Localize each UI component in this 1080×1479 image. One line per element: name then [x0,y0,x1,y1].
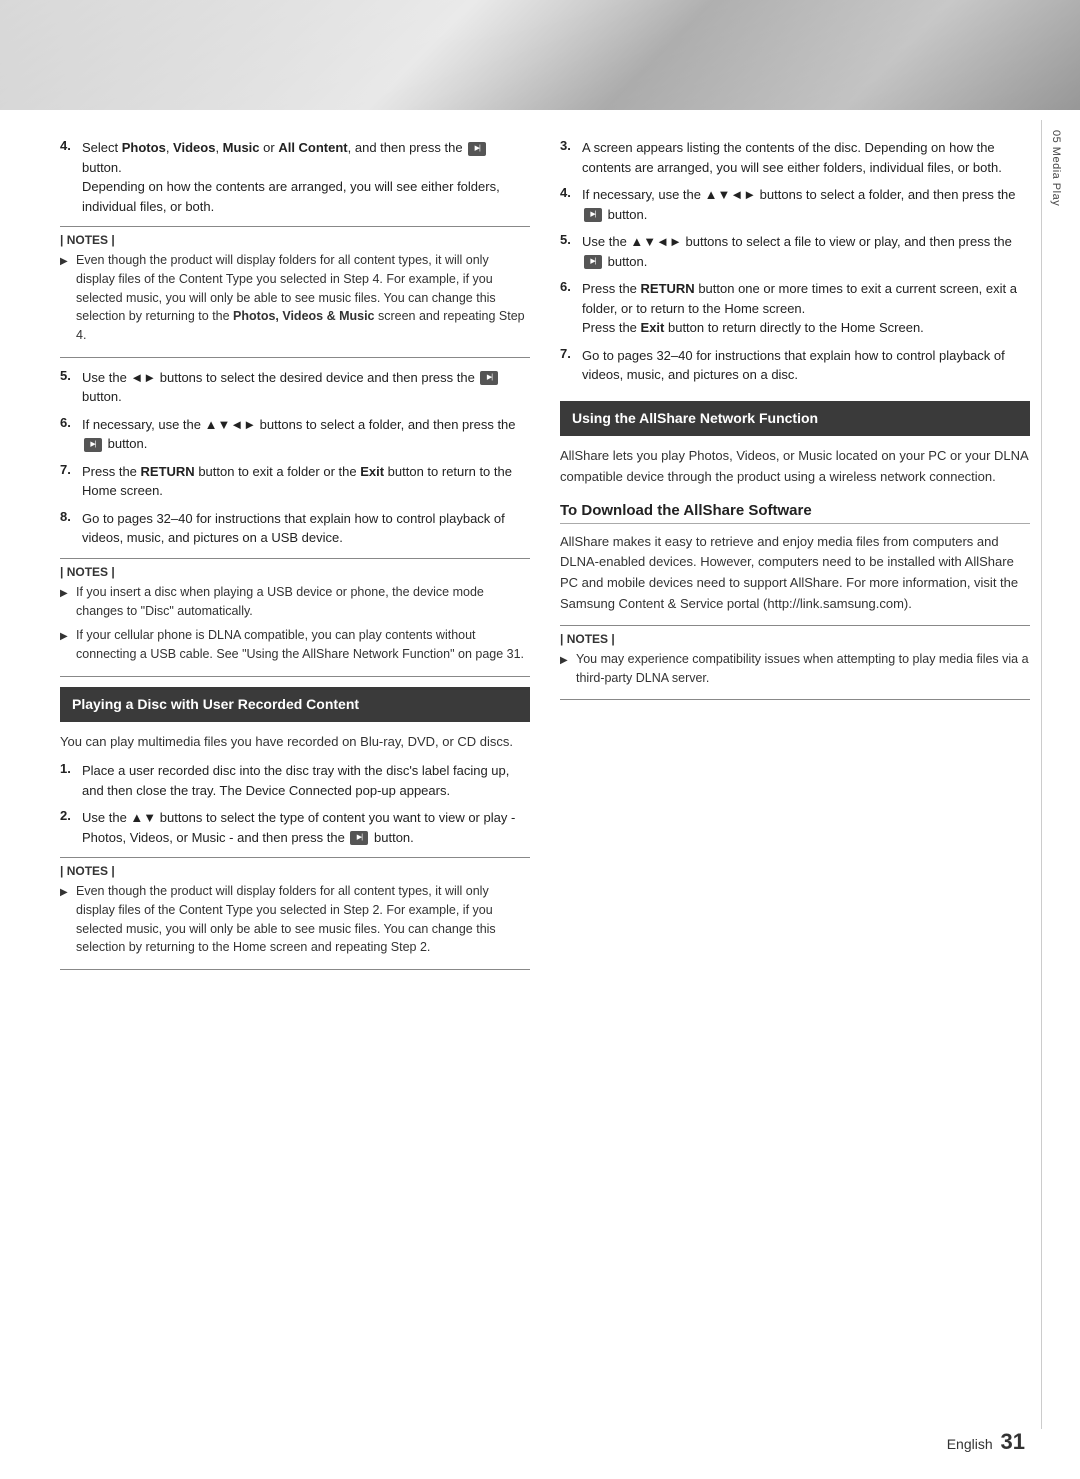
step-8-number: 8. [60,509,76,548]
playing-intro: You can play multimedia files you have r… [60,732,530,753]
footer-page-number: 31 [1001,1429,1025,1454]
header-bar [0,0,1080,110]
enter-button-icon [468,142,486,156]
play-step-2-number: 2. [60,808,76,847]
section-playing-header-text: Playing a Disc with User Recorded Conten… [72,696,359,712]
sidebar-label-text: 05 Media Play [1050,130,1062,206]
note-4-text-1: You may experience compatibility issues … [576,650,1030,688]
right-step-7-text: Go to pages 32–40 for instructions that … [582,346,1030,385]
right-step-7: 7. Go to pages 32–40 for instructions th… [560,346,1030,385]
sidebar-label: 05 Media Play [1050,130,1062,206]
step-5-text: Use the ◄► buttons to select the desired… [82,368,530,407]
note-2-text-2: If your cellular phone is DLNA compatibl… [76,626,530,664]
note-2-text-1: If you insert a disc when playing a USB … [76,583,530,621]
right-step-6: 6. Press the RETURN button one or more t… [560,279,1030,338]
step-7: 7. Press the RETURN button to exit a fol… [60,462,530,501]
enter-button-icon-r5 [584,255,602,269]
download-body: AllShare makes it easy to retrieve and e… [560,532,1030,615]
note-2-item-2: ▶ If your cellular phone is DLNA compati… [60,626,530,664]
step-4-number: 4. [60,138,76,216]
notes-block-3: | NOTES | ▶ Even though the product will… [60,857,530,970]
note-1-item-1: ▶ Even though the product will display f… [60,251,530,345]
enter-button-icon-p2 [350,831,368,845]
step-4-text: Select Photos, Videos, Music or All Cont… [82,138,530,216]
step-8: 8. Go to pages 32–40 for instructions th… [60,509,530,548]
note-4-item-1: ▶ You may experience compatibility issue… [560,650,1030,688]
right-rule [1041,120,1042,1429]
play-step-2-text: Use the ▲▼ buttons to select the type of… [82,808,530,847]
right-column: 3. A screen appears listing the contents… [560,138,1030,980]
right-step-4-text: If necessary, use the ▲▼◄► buttons to se… [582,185,1030,224]
note-3-text-1: Even though the product will display fol… [76,882,530,957]
right-step-5: 5. Use the ▲▼◄► buttons to select a file… [560,232,1030,271]
note-bullet-1: ▶ [60,254,70,345]
allshare-intro: AllShare lets you play Photos, Videos, o… [560,446,1030,488]
section-playing-header: Playing a Disc with User Recorded Conten… [60,687,530,723]
notes-4-label: | NOTES | [560,632,1030,646]
notes-2-label: | NOTES | [60,565,530,579]
footer: English 31 [947,1429,1025,1455]
right-step-3-text: A screen appears listing the contents of… [582,138,1030,177]
download-title: To Download the AllShare Software [560,502,1030,524]
play-step-1: 1. Place a user recorded disc into the d… [60,761,530,800]
step-5-number: 5. [60,368,76,407]
step-7-number: 7. [60,462,76,501]
allshare-header-text: Using the AllShare Network Function [572,410,818,426]
enter-button-icon-6 [84,438,102,452]
right-step-7-number: 7. [560,346,576,385]
step-6-number: 6. [60,415,76,454]
play-step-1-text: Place a user recorded disc into the disc… [82,761,530,800]
right-step-3-number: 3. [560,138,576,177]
right-step-4-number: 4. [560,185,576,224]
step-5: 5. Use the ◄► buttons to select the desi… [60,368,530,407]
note-bullet-3-1: ▶ [60,885,70,957]
note-1-text-1: Even though the product will display fol… [76,251,530,345]
notes-block-1: | NOTES | ▶ Even though the product will… [60,226,530,358]
step-4: 4. Select Photos, Videos, Music or All C… [60,138,530,216]
notes-1-label: | NOTES | [60,233,530,247]
right-step-6-text: Press the RETURN button one or more time… [582,279,1030,338]
right-step-4: 4. If necessary, use the ▲▼◄► buttons to… [560,185,1030,224]
notes-block-2: | NOTES | ▶ If you insert a disc when pl… [60,558,530,677]
notes-3-label: | NOTES | [60,864,530,878]
note-3-item-1: ▶ Even though the product will display f… [60,882,530,957]
notes-block-4: | NOTES | ▶ You may experience compatibi… [560,625,1030,701]
step-7-text: Press the RETURN button to exit a folder… [82,462,530,501]
allshare-section-header: Using the AllShare Network Function [560,401,1030,437]
play-step-2: 2. Use the ▲▼ buttons to select the type… [60,808,530,847]
note-bullet-2-2: ▶ [60,629,70,664]
note-bullet-2-1: ▶ [60,586,70,621]
footer-english-label: English [947,1436,993,1452]
step-6: 6. If necessary, use the ▲▼◄► buttons to… [60,415,530,454]
main-content: 4. Select Photos, Videos, Music or All C… [0,110,1080,1020]
enter-button-icon-5 [480,371,498,385]
step-8-text: Go to pages 32–40 for instructions that … [82,509,530,548]
right-step-3: 3. A screen appears listing the contents… [560,138,1030,177]
step-6-text: If necessary, use the ▲▼◄► buttons to se… [82,415,530,454]
play-step-1-number: 1. [60,761,76,800]
right-step-5-number: 5. [560,232,576,271]
note-2-item-1: ▶ If you insert a disc when playing a US… [60,583,530,621]
note-bullet-4-1: ▶ [560,653,570,688]
right-step-5-text: Use the ▲▼◄► buttons to select a file to… [582,232,1030,271]
right-step-6-number: 6. [560,279,576,338]
left-column: 4. Select Photos, Videos, Music or All C… [60,138,530,980]
enter-button-icon-r4 [584,208,602,222]
